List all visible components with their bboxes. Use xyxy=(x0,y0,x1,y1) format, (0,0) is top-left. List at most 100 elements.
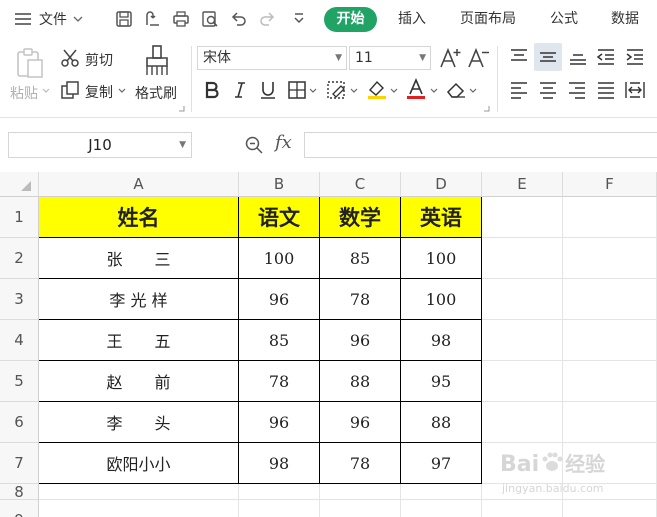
tab-page-layout[interactable]: 页面布局 xyxy=(452,7,524,32)
clipboard-launcher-icon[interactable] xyxy=(179,106,185,112)
row-header-8[interactable]: 8 xyxy=(0,484,39,500)
cell-d1[interactable]: 英语 xyxy=(401,197,482,238)
cell-d5[interactable]: 95 xyxy=(401,361,482,402)
font-name-select[interactable]: 宋体 ▼ xyxy=(197,46,347,70)
column-header-f[interactable]: F xyxy=(563,172,657,197)
cell-a8[interactable] xyxy=(39,484,239,500)
paste-icon[interactable] xyxy=(13,46,47,80)
column-header-d[interactable]: D xyxy=(401,172,482,197)
highlight-dropdown-icon[interactable] xyxy=(390,88,398,94)
column-header-a[interactable]: A xyxy=(39,172,239,197)
copy-dropdown-icon[interactable] xyxy=(118,88,126,94)
tab-data[interactable]: 数据 xyxy=(602,7,648,32)
row-header-1[interactable]: 1 xyxy=(0,197,39,238)
align-right-icon[interactable] xyxy=(566,80,588,100)
row-header-9[interactable]: 9 xyxy=(0,500,39,517)
cell-c4[interactable]: 96 xyxy=(320,320,401,361)
cell-b4[interactable]: 85 xyxy=(239,320,320,361)
copy-icon[interactable] xyxy=(60,80,80,100)
cell-e6[interactable] xyxy=(482,402,563,443)
align-bottom-icon[interactable] xyxy=(567,47,589,67)
underline-icon[interactable] xyxy=(258,80,278,100)
clear-dropdown-icon[interactable] xyxy=(469,88,477,94)
cell-c2[interactable]: 85 xyxy=(320,238,401,279)
formula-input[interactable] xyxy=(304,132,657,158)
cell-a3[interactable]: 李 光 样 xyxy=(39,279,239,320)
cell-a1[interactable]: 姓名 xyxy=(39,197,239,238)
cell-b6[interactable]: 96 xyxy=(239,402,320,443)
cell-d7[interactable]: 97 xyxy=(401,443,482,484)
highlight-color-icon[interactable] xyxy=(366,78,388,100)
copy-button[interactable]: 复制 xyxy=(85,82,113,102)
cell-f4[interactable] xyxy=(563,320,657,361)
column-header-e[interactable]: E xyxy=(482,172,563,197)
bold-icon[interactable] xyxy=(202,80,222,100)
cell-c6[interactable]: 96 xyxy=(320,402,401,443)
zoom-search-icon[interactable] xyxy=(244,135,264,155)
decrease-font-icon[interactable] xyxy=(467,47,491,69)
tab-formulas[interactable]: 公式 xyxy=(541,7,587,32)
row-header-7[interactable]: 7 xyxy=(0,443,39,484)
align-middle-button[interactable] xyxy=(534,43,562,71)
increase-font-icon[interactable] xyxy=(439,47,463,69)
redo-icon[interactable] xyxy=(257,9,277,29)
fill-shading-icon[interactable] xyxy=(326,80,348,100)
cell-e1[interactable] xyxy=(482,197,563,238)
cell-d4[interactable]: 98 xyxy=(401,320,482,361)
cell-a2[interactable]: 张 三 xyxy=(39,238,239,279)
cell-e8[interactable] xyxy=(482,484,563,500)
cell-d2[interactable]: 100 xyxy=(401,238,482,279)
scissors-icon[interactable] xyxy=(60,48,80,68)
cell-f8[interactable] xyxy=(563,484,657,500)
cell-d3[interactable]: 100 xyxy=(401,279,482,320)
select-all-corner[interactable] xyxy=(0,172,39,197)
cell-a7[interactable]: 欧阳小小 xyxy=(39,443,239,484)
cell-d8[interactable] xyxy=(401,484,482,500)
border-dropdown-icon[interactable] xyxy=(309,88,317,94)
cell-f6[interactable] xyxy=(563,402,657,443)
cell-a9[interactable] xyxy=(39,500,239,517)
cell-b2[interactable]: 100 xyxy=(239,238,320,279)
cell-f9[interactable] xyxy=(563,500,657,517)
tab-insert[interactable]: 插入 xyxy=(390,7,434,32)
cell-f2[interactable] xyxy=(563,238,657,279)
decrease-indent-icon[interactable] xyxy=(595,47,617,67)
eraser-icon[interactable] xyxy=(445,80,467,100)
align-top-icon[interactable] xyxy=(508,47,530,67)
cell-c3[interactable]: 78 xyxy=(320,279,401,320)
cell-f3[interactable] xyxy=(563,279,657,320)
row-header-6[interactable]: 6 xyxy=(0,402,39,443)
cell-b7[interactable]: 98 xyxy=(239,443,320,484)
cell-b8[interactable] xyxy=(239,484,320,500)
cell-f7[interactable] xyxy=(563,443,657,484)
cell-e7[interactable] xyxy=(482,443,563,484)
font-size-select[interactable]: 11 ▼ xyxy=(349,46,431,70)
cell-d6[interactable]: 88 xyxy=(401,402,482,443)
tab-start[interactable]: 开始 xyxy=(324,7,377,32)
cell-e2[interactable] xyxy=(482,238,563,279)
font-launcher-icon[interactable] xyxy=(484,106,490,112)
cell-b1[interactable]: 语文 xyxy=(239,197,320,238)
justify-icon[interactable] xyxy=(595,80,617,100)
border-icon[interactable] xyxy=(287,80,307,100)
italic-icon[interactable] xyxy=(230,80,250,100)
output-icon[interactable] xyxy=(142,9,162,29)
cell-c1[interactable]: 数学 xyxy=(320,197,401,238)
name-box[interactable]: J10 ▼ xyxy=(8,132,192,158)
cell-f1[interactable] xyxy=(563,197,657,238)
cell-a4[interactable]: 王 五 xyxy=(39,320,239,361)
font-color-icon[interactable] xyxy=(405,78,427,100)
cell-d9[interactable] xyxy=(401,500,482,517)
undo-icon[interactable] xyxy=(229,9,249,29)
fx-button[interactable]: fx xyxy=(275,132,292,153)
cell-b5[interactable]: 78 xyxy=(239,361,320,402)
row-header-2[interactable]: 2 xyxy=(0,238,39,279)
cell-c7[interactable]: 78 xyxy=(320,443,401,484)
cell-c9[interactable] xyxy=(320,500,401,517)
cell-e5[interactable] xyxy=(482,361,563,402)
cell-e4[interactable] xyxy=(482,320,563,361)
print-icon[interactable] xyxy=(171,9,191,29)
cell-e3[interactable] xyxy=(482,279,563,320)
cell-b9[interactable] xyxy=(239,500,320,517)
cell-e9[interactable] xyxy=(482,500,563,517)
